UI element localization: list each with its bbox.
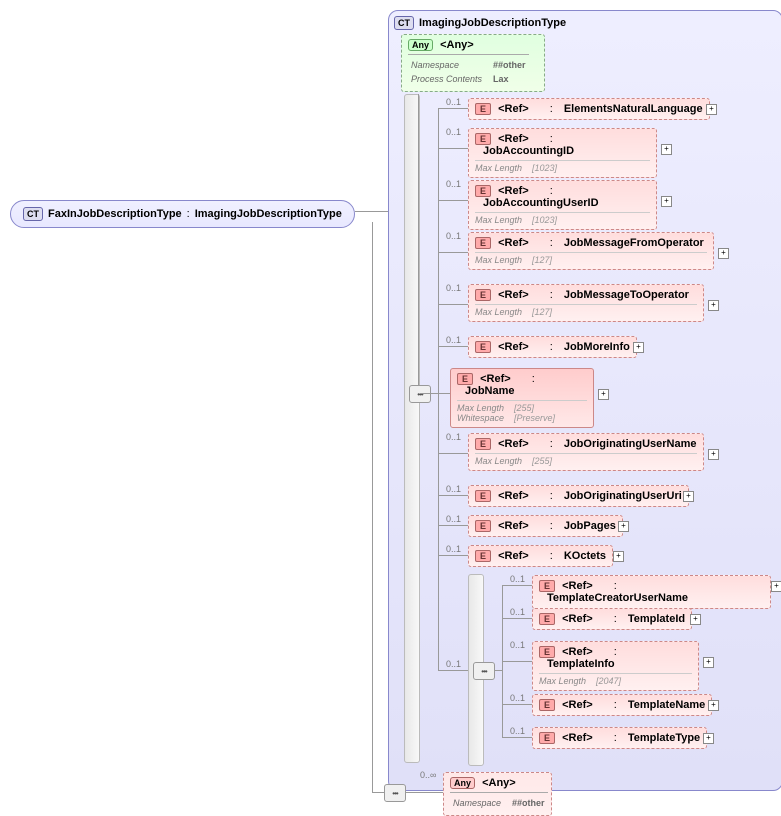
elem-jobpages[interactable]: E <Ref> : JobPages xyxy=(468,515,623,537)
element-badge: E xyxy=(475,490,491,502)
expand-button[interactable]: + xyxy=(706,104,717,115)
element-badge: E xyxy=(475,550,491,562)
expand-button[interactable]: + xyxy=(598,389,609,400)
element-badge: E xyxy=(457,373,473,385)
expand-button[interactable]: + xyxy=(703,733,714,744)
expand-button[interactable]: + xyxy=(661,144,672,155)
ct-badge: CT xyxy=(394,16,414,30)
element-badge: E xyxy=(539,580,555,592)
elem-templatetype[interactable]: E <Ref> : TemplateType xyxy=(532,727,707,749)
elem-jobmoreinfo[interactable]: E <Ref> : JobMoreInfo xyxy=(468,336,637,358)
element-badge: E xyxy=(475,237,491,249)
expand-button[interactable]: + xyxy=(703,657,714,668)
any-top[interactable]: Any <Any> Namespace##other Process Conte… xyxy=(401,34,545,92)
element-badge: E xyxy=(475,341,491,353)
sequence-bottom[interactable] xyxy=(384,784,406,802)
element-badge: E xyxy=(475,103,491,115)
elem-joboriginatingusername[interactable]: E <Ref> : JobOriginatingUserName Max Len… xyxy=(468,433,704,471)
elem-jobname[interactable]: E <Ref> : JobName Max Length[255] Whites… xyxy=(450,368,594,428)
elem-jobaccountingid[interactable]: E <Ref> : JobAccountingID Max Length[102… xyxy=(468,128,657,178)
elem-templateid[interactable]: E <Ref> : TemplateId xyxy=(532,608,692,630)
element-badge: E xyxy=(475,185,491,197)
any-bottom[interactable]: Any <Any> Namespace##other xyxy=(443,772,552,816)
elem-jobmessagefromoperator[interactable]: E <Ref> : JobMessageFromOperator Max Len… xyxy=(468,232,714,270)
elem-joboriginatinguseruri[interactable]: E <Ref> : JobOriginatingUserUri xyxy=(468,485,689,507)
sequence-main[interactable] xyxy=(409,385,431,403)
element-badge: E xyxy=(539,613,555,625)
elem-templateinfo[interactable]: E <Ref> : TemplateInfo Max Length[2047] xyxy=(532,641,699,691)
element-badge: E xyxy=(539,732,555,744)
expand-button[interactable]: + xyxy=(690,614,701,625)
elem-koctets[interactable]: E <Ref> : KOctets xyxy=(468,545,613,567)
elem-elementsnaturallanguage[interactable]: E <Ref> : ElementsNaturalLanguage xyxy=(468,98,710,120)
element-badge: E xyxy=(475,520,491,532)
elem-jobaccountinguserid[interactable]: E <Ref> : JobAccountingUserID Max Length… xyxy=(468,180,657,230)
root-complextype[interactable]: CT FaxInJobDescriptionType : ImagingJobD… xyxy=(10,200,355,228)
any-badge: Any xyxy=(450,777,475,789)
expand-button[interactable]: + xyxy=(613,551,624,562)
expand-button[interactable]: + xyxy=(618,521,629,532)
expand-button[interactable]: + xyxy=(683,491,694,502)
element-badge: E xyxy=(539,699,555,711)
expand-button[interactable]: + xyxy=(661,196,672,207)
any-badge: Any xyxy=(408,39,433,51)
expand-button[interactable]: + xyxy=(708,700,719,711)
sequence-nested[interactable] xyxy=(473,662,495,680)
elem-jobmessagetooperator[interactable]: E <Ref> : JobMessageToOperator Max Lengt… xyxy=(468,284,704,322)
element-badge: E xyxy=(475,438,491,450)
expand-button[interactable]: + xyxy=(708,449,719,460)
root-type-name: FaxInJobDescriptionType xyxy=(48,208,182,220)
root-base-name: ImagingJobDescriptionType xyxy=(195,208,342,220)
imaging-header[interactable]: CT ImagingJobDescriptionType xyxy=(394,16,777,30)
elem-templatecreatorusername[interactable]: E <Ref> : TemplateCreatorUserName xyxy=(532,575,771,609)
expand-button[interactable]: + xyxy=(708,300,719,311)
element-badge: E xyxy=(539,646,555,658)
elem-templatename[interactable]: E <Ref> : TemplateName xyxy=(532,694,712,716)
imaging-type-name: ImagingJobDescriptionType xyxy=(419,17,566,29)
element-badge: E xyxy=(475,289,491,301)
expand-button[interactable]: + xyxy=(718,248,729,259)
expand-button[interactable]: + xyxy=(633,342,644,353)
ct-badge: CT xyxy=(23,207,43,221)
diagram-root: CT FaxInJobDescriptionType : ImagingJobD… xyxy=(10,10,771,804)
element-badge: E xyxy=(475,133,491,145)
expand-button[interactable]: + xyxy=(771,581,781,592)
